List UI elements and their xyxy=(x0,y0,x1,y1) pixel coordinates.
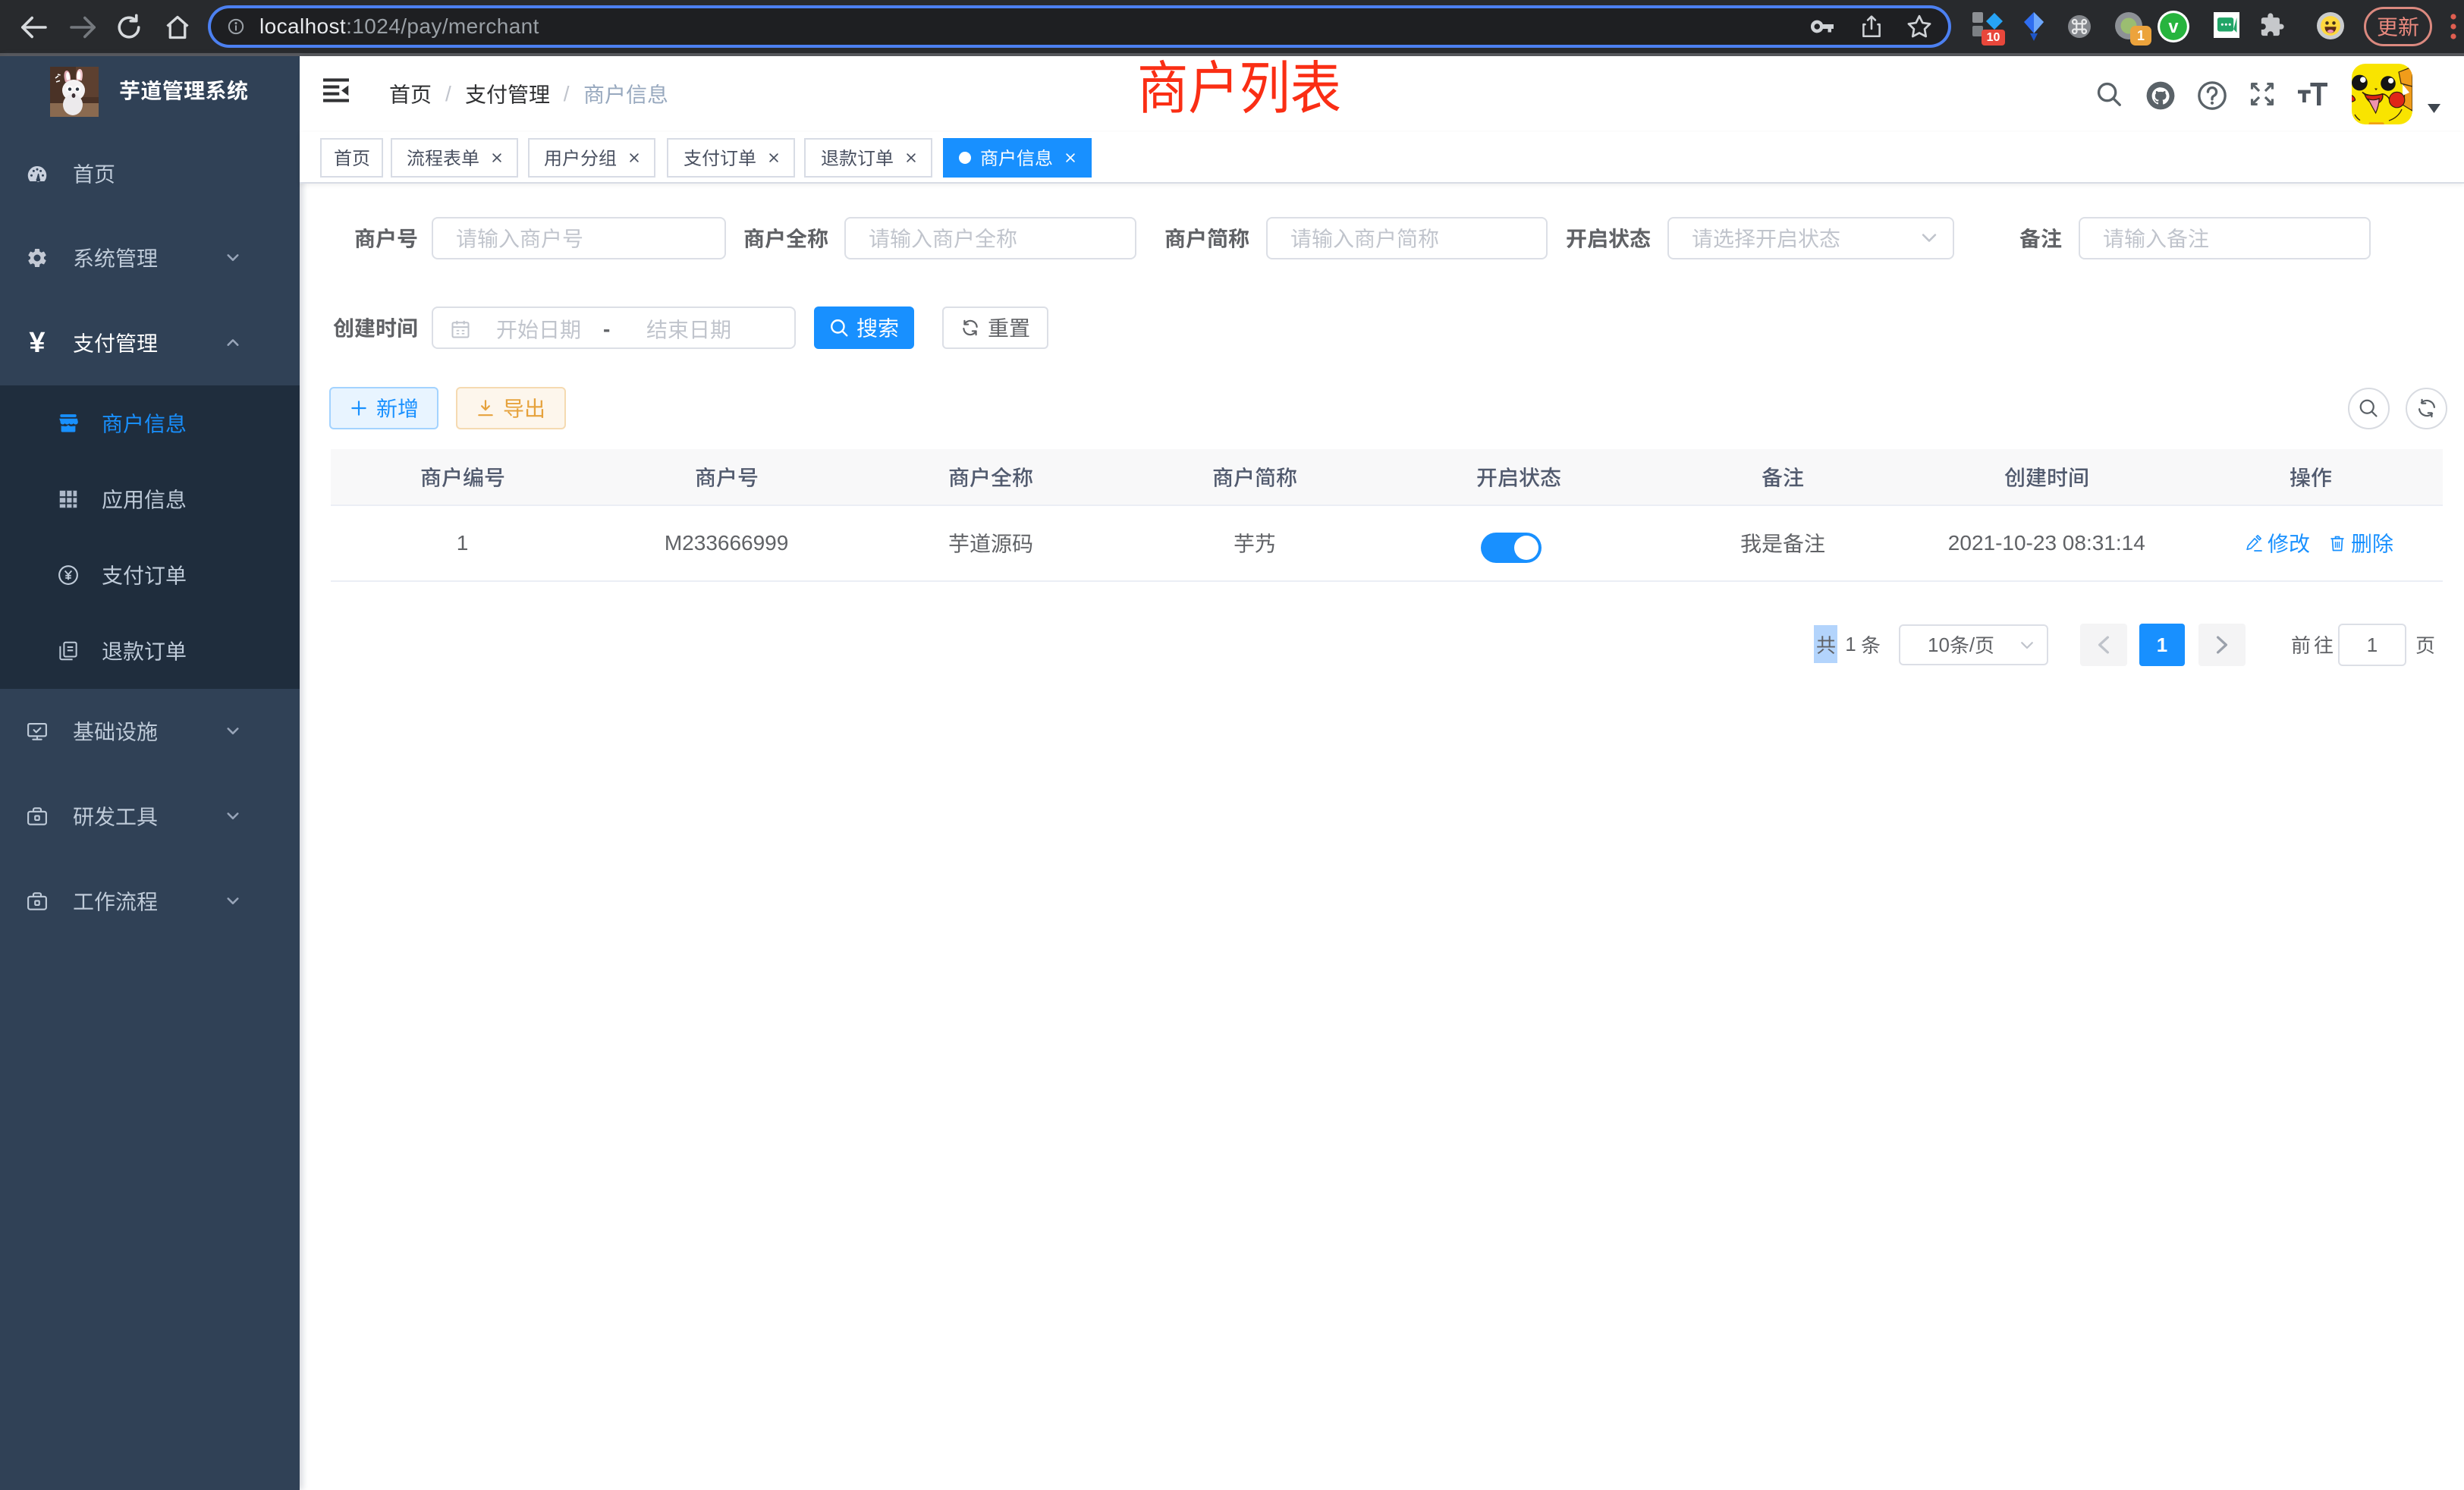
svg-text:v: v xyxy=(2168,17,2179,37)
